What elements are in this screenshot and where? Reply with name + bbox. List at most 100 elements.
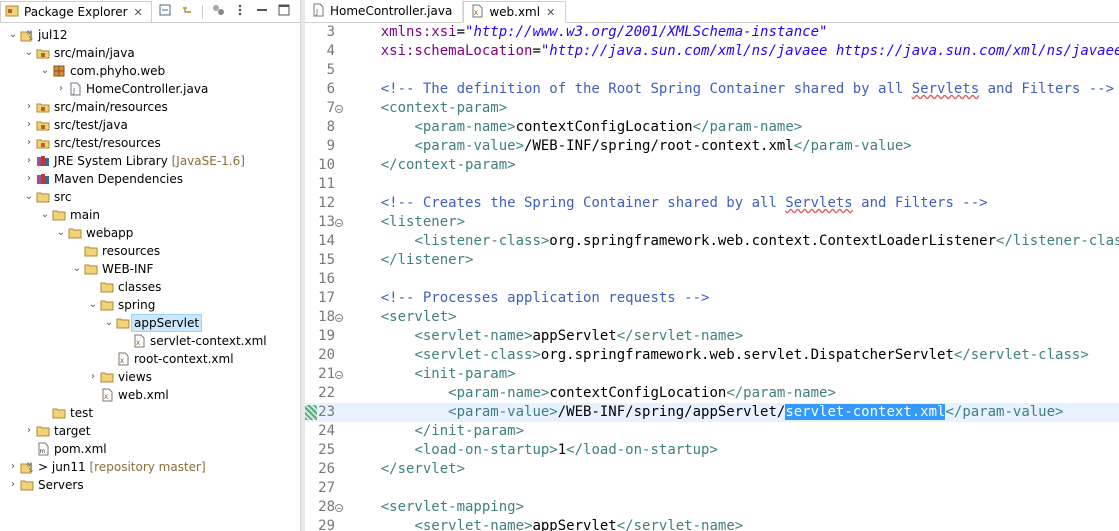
collapsed-twistie-icon[interactable]: › bbox=[24, 116, 34, 134]
editor-tabbar: J HomeController.java Xweb.xml ✕ bbox=[305, 0, 1119, 23]
expand-twistie-icon[interactable]: ⌄ bbox=[40, 62, 50, 80]
tree-item[interactable]: › src/test/java bbox=[0, 116, 300, 134]
fold-toggle-icon[interactable]: − bbox=[335, 504, 343, 513]
code-line[interactable]: 13− <listener> bbox=[305, 213, 1119, 232]
code-line[interactable]: 10 </context-param> bbox=[305, 156, 1119, 175]
maximize-icon[interactable] bbox=[277, 3, 291, 20]
code-line[interactable]: 12 <!-- Creates the Spring Container sha… bbox=[305, 194, 1119, 213]
code-line[interactable]: 20 <servlet-class>org.springframework.we… bbox=[305, 346, 1119, 365]
code-token: <param-name> bbox=[414, 119, 516, 135]
svg-text:m: m bbox=[40, 448, 46, 455]
code-token: <param-name> bbox=[448, 385, 550, 401]
code-line[interactable]: 5 bbox=[305, 61, 1119, 80]
fold-toggle-icon[interactable]: − bbox=[335, 314, 343, 323]
code-token: Servlets bbox=[785, 195, 853, 211]
code-line[interactable]: 7− <context-param> bbox=[305, 99, 1119, 118]
tree-item[interactable]: ⌄ com.phyho.web bbox=[0, 62, 300, 80]
code-line[interactable]: 4 xsi:schemaLocation="http://java.sun.co… bbox=[305, 42, 1119, 61]
code-line[interactable]: 25 <load-on-startup>1</load-on-startup> bbox=[305, 441, 1119, 460]
tree-item[interactable]: › views bbox=[0, 368, 300, 386]
code-line[interactable]: 11 bbox=[305, 175, 1119, 194]
tree-item[interactable]: ⌄ src bbox=[0, 188, 300, 206]
code-line[interactable]: 29 <servlet-name>appServlet</servlet-nam… bbox=[305, 517, 1119, 531]
code-line[interactable]: 17 <!-- Processes application requests -… bbox=[305, 289, 1119, 308]
collapsed-twistie-icon[interactable]: › bbox=[24, 134, 34, 152]
tree-item[interactable]: › Servers bbox=[0, 476, 300, 494]
expand-twistie-icon[interactable]: ⌄ bbox=[24, 188, 34, 206]
expand-twistie-icon[interactable]: ⌄ bbox=[56, 224, 66, 242]
expand-twistie-icon[interactable]: ⌄ bbox=[72, 260, 82, 278]
tree-item[interactable]: classes bbox=[0, 278, 300, 296]
fold-toggle-icon[interactable]: − bbox=[335, 219, 343, 228]
collapsed-twistie-icon[interactable]: › bbox=[8, 476, 18, 494]
code-line[interactable]: 3 xmlns:xsi="http://www.w3.org/2001/XMLS… bbox=[305, 23, 1119, 42]
code-line[interactable]: 15 </listener> bbox=[305, 251, 1119, 270]
expand-twistie-icon[interactable]: ⌄ bbox=[40, 206, 50, 224]
code-line[interactable]: 28− <servlet-mapping> bbox=[305, 498, 1119, 517]
tree-item[interactable]: › J HomeController.java bbox=[0, 80, 300, 98]
source-folder-icon bbox=[36, 118, 50, 132]
collapsed-twistie-icon[interactable]: › bbox=[8, 458, 18, 476]
tree-item[interactable]: Xservlet-context.xml bbox=[0, 332, 300, 350]
link-with-editor-icon[interactable] bbox=[180, 3, 194, 20]
close-icon[interactable]: ✕ bbox=[546, 6, 555, 19]
collapsed-twistie-icon[interactable]: › bbox=[24, 422, 34, 440]
code-line[interactable]: 18− <servlet> bbox=[305, 308, 1119, 327]
editor-tab[interactable]: Xweb.xml ✕ bbox=[463, 1, 567, 23]
tree-item[interactable]: ⌄ WEB-INF bbox=[0, 260, 300, 278]
tree-item[interactable]: › src/main/resources bbox=[0, 98, 300, 116]
expand-twistie-icon[interactable]: ⌄ bbox=[24, 44, 34, 62]
folder-icon bbox=[36, 424, 50, 438]
tab-package-explorer[interactable]: Package Explorer ✕ bbox=[0, 1, 152, 22]
code-line[interactable]: 27 bbox=[305, 479, 1119, 498]
tree-item[interactable]: ⌄ spring bbox=[0, 296, 300, 314]
fold-toggle-icon[interactable]: − bbox=[335, 371, 343, 380]
code-line[interactable]: 22 <param-name>contextConfigLocation</pa… bbox=[305, 384, 1119, 403]
tree-item[interactable]: › JRE System Library [JavaSE-1.6] bbox=[0, 152, 300, 170]
tree-item[interactable]: ⌄ src/main/java bbox=[0, 44, 300, 62]
code-line[interactable]: 16 bbox=[305, 270, 1119, 289]
tree-item[interactable]: resources bbox=[0, 242, 300, 260]
code-line[interactable]: 9 <param-value>/WEB-INF/spring/root-cont… bbox=[305, 137, 1119, 156]
fold-toggle-icon[interactable]: − bbox=[335, 105, 343, 114]
editor-tab[interactable]: J HomeController.java bbox=[305, 0, 464, 22]
code-line[interactable]: 26 </servlet> bbox=[305, 460, 1119, 479]
tree-item[interactable]: ⌄ webapp bbox=[0, 224, 300, 242]
tree-item[interactable]: › Maven Dependencies bbox=[0, 170, 300, 188]
xml-source-editor[interactable]: 3 xmlns:xsi="http://www.w3.org/2001/XMLS… bbox=[305, 23, 1119, 531]
close-icon[interactable]: ✕ bbox=[134, 6, 143, 19]
tree-item[interactable]: m pom.xml bbox=[0, 440, 300, 458]
collapse-all-icon[interactable] bbox=[158, 3, 172, 20]
tree-item[interactable]: ⌄ main bbox=[0, 206, 300, 224]
code-line[interactable]: 6 <!-- The definition of the Root Spring… bbox=[305, 80, 1119, 99]
code-line[interactable]: 21− <init-param> bbox=[305, 365, 1119, 384]
focus-icon[interactable] bbox=[211, 3, 225, 20]
editor-area: J HomeController.java Xweb.xml ✕ 3 xmlns:xs… bbox=[305, 0, 1119, 531]
tree-item[interactable]: ⌄ M S jul12 bbox=[0, 26, 300, 44]
tree-item[interactable]: › M S > jun11 [repository master] bbox=[0, 458, 300, 476]
expand-twistie-icon[interactable]: ⌄ bbox=[104, 314, 114, 332]
view-menu-icon[interactable] bbox=[233, 3, 247, 20]
collapsed-twistie-icon[interactable]: › bbox=[24, 170, 34, 188]
tree-item[interactable]: › target bbox=[0, 422, 300, 440]
code-line[interactable]: 8 <param-name>contextConfigLocation</par… bbox=[305, 118, 1119, 137]
tree-item[interactable]: test bbox=[0, 404, 300, 422]
code-token: <load-on-startup> bbox=[414, 442, 558, 458]
collapsed-twistie-icon[interactable]: › bbox=[88, 368, 98, 386]
code-line[interactable]: 24 </init-param> bbox=[305, 422, 1119, 441]
tree-item[interactable]: Xweb.xml bbox=[0, 386, 300, 404]
expand-twistie-icon[interactable]: ⌄ bbox=[88, 296, 98, 314]
minimize-icon[interactable] bbox=[255, 3, 269, 20]
collapsed-twistie-icon[interactable]: › bbox=[24, 98, 34, 116]
tree-item[interactable]: Xroot-context.xml bbox=[0, 350, 300, 368]
source-folder-icon bbox=[36, 136, 50, 150]
collapsed-twistie-icon[interactable]: › bbox=[24, 152, 34, 170]
code-line[interactable]: 19 <servlet-name>appServlet</servlet-nam… bbox=[305, 327, 1119, 346]
expand-twistie-icon[interactable]: ⌄ bbox=[8, 26, 18, 44]
code-line[interactable]: 23 <param-value>/WEB-INF/spring/appServl… bbox=[305, 403, 1119, 422]
collapsed-twistie-icon[interactable]: › bbox=[56, 80, 66, 98]
tree-item[interactable]: ⌄ appServlet bbox=[0, 314, 300, 332]
tree-item[interactable]: › src/test/resources bbox=[0, 134, 300, 152]
code-line[interactable]: 14 <listener-class>org.springframework.w… bbox=[305, 232, 1119, 251]
